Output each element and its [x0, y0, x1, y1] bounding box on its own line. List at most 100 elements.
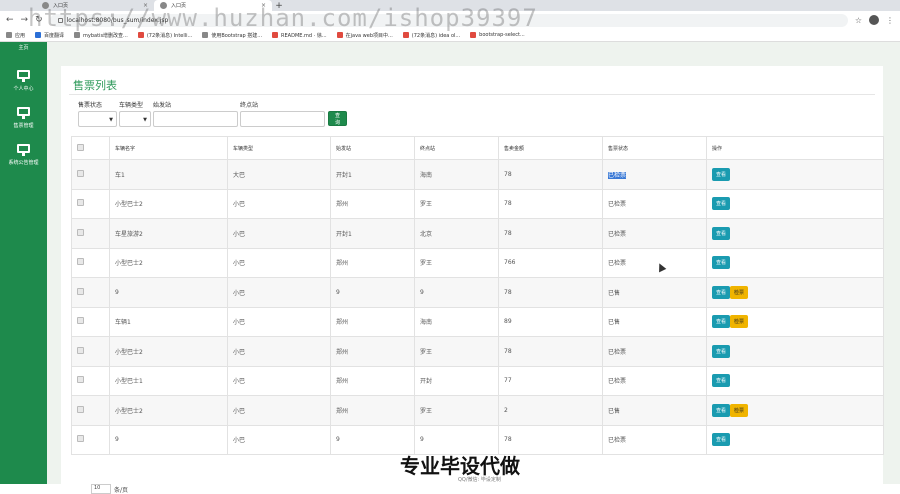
view-button[interactable]: 查看 — [712, 285, 731, 299]
row-checkbox[interactable] — [77, 228, 84, 236]
cell-start: 郑州 — [330, 336, 415, 367]
row-checkbox[interactable] — [77, 287, 84, 295]
bookmark-icon — [137, 32, 144, 38]
view-button[interactable]: 查看 — [712, 344, 731, 358]
cell-amount: 78 — [498, 188, 603, 219]
start-station-input[interactable] — [153, 111, 238, 127]
view-button[interactable]: 查看 — [712, 433, 731, 447]
view-button[interactable]: 查看 — [712, 315, 731, 329]
status-text: 已检票 — [608, 230, 627, 238]
cell-status: 已检票 — [602, 247, 707, 278]
cell-start: 郑州 — [330, 395, 415, 426]
view-button[interactable]: 查看 — [712, 256, 731, 270]
star-icon[interactable]: ☆ — [855, 16, 862, 25]
tab-0[interactable] — [0, 0, 18, 11]
bookmark-icon — [402, 32, 409, 38]
sidebar-item-label: 个人中心 — [13, 86, 34, 92]
cell-end: 罗王 — [414, 395, 499, 426]
row-checkbox[interactable] — [77, 317, 84, 325]
profile-icon[interactable] — [869, 15, 879, 25]
table-row: 车辆1 小巴 郑州 海南 89 已售 查看 检票 — [71, 306, 884, 337]
cell-amount: 78 — [498, 336, 603, 367]
bookmark-apps[interactable]: 应用 — [6, 32, 25, 39]
sidebar-item-home[interactable]: 主页 — [0, 42, 47, 64]
monitor-icon — [17, 70, 30, 82]
bookmark[interactable]: mybatis增删改查... — [74, 32, 128, 39]
select-all-checkbox[interactable] — [77, 143, 84, 151]
row-checkbox[interactable] — [77, 435, 84, 443]
table-body: 车1 大巴 开封1 海南 78 已检票 查看 小型巴士2 小巴 郑州 罗王 78 已检票 查看 车星旅游2 小… — [71, 159, 884, 455]
menu-icon[interactable]: ⋮ — [886, 16, 894, 25]
bookmark[interactable]: bootstrap-select... — [470, 32, 525, 38]
cell-end: 罗王 — [414, 336, 499, 367]
header-checkbox-cell — [71, 136, 110, 160]
view-button[interactable]: 查看 — [712, 167, 731, 181]
watermark: https://www.huzhan.com/ishop39397 — [28, 4, 538, 32]
check-ticket-button[interactable]: 检票 — [730, 315, 749, 329]
bookmark-icon — [336, 32, 343, 38]
cell-actions: 查看 检票 — [706, 306, 884, 337]
cell-vehicle-name: 小型巴士2 — [109, 188, 228, 219]
bookmark[interactable]: (72条消息) idea ol... — [402, 32, 460, 39]
bookmark[interactable]: 使用Bootstrap 搭建... — [202, 32, 262, 39]
cell-actions: 查看 — [706, 218, 884, 249]
cell-vehicle-type: 大巴 — [227, 159, 331, 190]
row-checkbox[interactable] — [77, 199, 84, 207]
sidebar-item-profile[interactable]: 个人中心 — [0, 64, 47, 101]
view-button[interactable]: 查看 — [712, 374, 731, 388]
cell-status: 已售 — [602, 306, 707, 337]
cell-actions: 查看 — [706, 365, 884, 396]
cell-actions: 查看 — [706, 159, 884, 190]
query-button[interactable]: 查询 — [328, 111, 348, 126]
row-checkbox[interactable] — [77, 376, 84, 384]
forward-icon[interactable]: → — [21, 15, 29, 25]
row-checkbox-cell — [71, 395, 110, 426]
back-icon[interactable]: ← — [6, 15, 14, 25]
table-row: 小型巴士2 小巴 郑州 罗王 766 已检票 查看 — [71, 247, 884, 278]
sidebar-item-announcements[interactable]: 系统公告管理 — [0, 138, 47, 175]
end-station-label: 终点站 — [240, 102, 259, 109]
row-checkbox[interactable] — [77, 405, 84, 413]
sidebar-item-tickets[interactable]: 售票管理 — [0, 101, 47, 138]
table-header: 车辆名字 车辆类型 始发站 终点站 售卖金额 售票状态 操作 — [71, 136, 884, 160]
cell-amount: 78 — [498, 277, 603, 308]
view-button[interactable]: 查看 — [712, 197, 731, 211]
row-checkbox[interactable] — [77, 346, 84, 354]
cell-vehicle-name: 车辆1 — [109, 306, 228, 337]
status-text: 已检票 — [608, 201, 627, 209]
row-checkbox[interactable] — [77, 169, 84, 177]
table-row: 车星旅游2 小巴 开封1 北京 78 已检票 查看 — [71, 218, 884, 249]
check-ticket-button[interactable]: 检票 — [730, 403, 749, 417]
view-button[interactable]: 查看 — [712, 226, 731, 240]
header-vehicle-type: 车辆类型 — [227, 136, 331, 160]
bookmark[interactable]: 百度翻译 — [35, 32, 64, 39]
row-checkbox-cell — [71, 336, 110, 367]
view-button[interactable]: 查看 — [712, 403, 731, 417]
cell-actions: 查看 — [706, 247, 884, 278]
end-station-input[interactable] — [240, 111, 325, 127]
cell-vehicle-type: 小巴 — [227, 218, 331, 249]
cell-vehicle-type: 小巴 — [227, 247, 331, 278]
cell-end: 9 — [414, 277, 499, 308]
status-text: 已售 — [608, 407, 621, 415]
cell-actions: 查看 — [706, 336, 884, 367]
table-row: 车1 大巴 开封1 海南 78 已检票 查看 — [71, 159, 884, 190]
page-size-select[interactable]: 10 — [91, 484, 111, 494]
check-ticket-button[interactable]: 检票 — [730, 285, 749, 299]
row-checkbox[interactable] — [77, 258, 84, 266]
bookmark-icon — [202, 32, 209, 38]
cell-actions: 查看 检票 — [706, 277, 884, 308]
cell-start: 郑州 — [330, 188, 415, 219]
cell-end: 罗王 — [414, 247, 499, 278]
row-checkbox-cell — [71, 159, 110, 190]
bookmark[interactable]: README.md · 徐... — [272, 32, 327, 39]
cell-vehicle-type: 小巴 — [227, 395, 331, 426]
status-select[interactable]: ▼ — [78, 111, 117, 127]
bookmark-icon — [272, 32, 279, 38]
status-text: 已检票 — [608, 348, 627, 356]
vehicle-type-select[interactable]: ▼ — [119, 111, 151, 127]
bookmark[interactable]: 在java web项目中... — [336, 32, 393, 39]
cell-status: 已检票 — [602, 218, 707, 249]
cell-vehicle-name: 9 — [109, 277, 228, 308]
bookmark[interactable]: (72条消息) Intelli... — [137, 32, 192, 39]
